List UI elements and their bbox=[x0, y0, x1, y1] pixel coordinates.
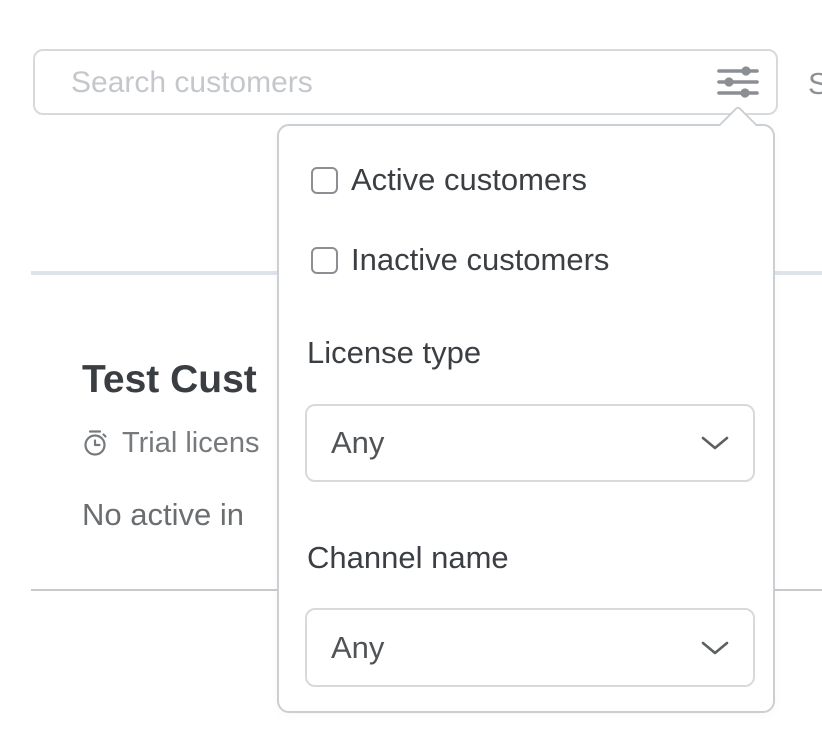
timer-icon bbox=[80, 428, 110, 458]
truncated-right-text[interactable]: S bbox=[808, 66, 822, 102]
chevron-down-icon bbox=[701, 435, 729, 451]
customer-name-heading: Test Cust bbox=[82, 357, 257, 403]
channel-name-label: Channel name bbox=[307, 537, 509, 579]
no-active-status-text: No active in bbox=[82, 497, 244, 533]
sliders-icon bbox=[717, 65, 759, 99]
channel-name-select-value: Any bbox=[331, 630, 701, 666]
inactive-customers-checkbox-row[interactable]: Inactive customers bbox=[311, 242, 609, 278]
filter-button[interactable] bbox=[714, 61, 762, 103]
active-customers-checkbox-row[interactable]: Active customers bbox=[311, 162, 587, 198]
license-type-label: License type bbox=[307, 332, 481, 374]
trial-license-label: Trial licens bbox=[122, 427, 260, 459]
channel-name-select[interactable]: Any bbox=[305, 608, 755, 687]
trial-license-row: Trial licens bbox=[80, 427, 260, 459]
chevron-down-icon bbox=[701, 640, 729, 656]
active-customers-label[interactable]: Active customers bbox=[351, 162, 587, 198]
search-bar bbox=[33, 49, 778, 115]
inactive-customers-checkbox[interactable] bbox=[311, 247, 338, 274]
active-customers-checkbox[interactable] bbox=[311, 167, 338, 194]
filter-popover: Active customers Inactive customers Lice… bbox=[277, 124, 775, 713]
license-type-select[interactable]: Any bbox=[305, 404, 755, 482]
inactive-customers-label[interactable]: Inactive customers bbox=[351, 242, 609, 278]
search-input[interactable] bbox=[69, 51, 703, 115]
license-type-select-value: Any bbox=[331, 425, 701, 461]
